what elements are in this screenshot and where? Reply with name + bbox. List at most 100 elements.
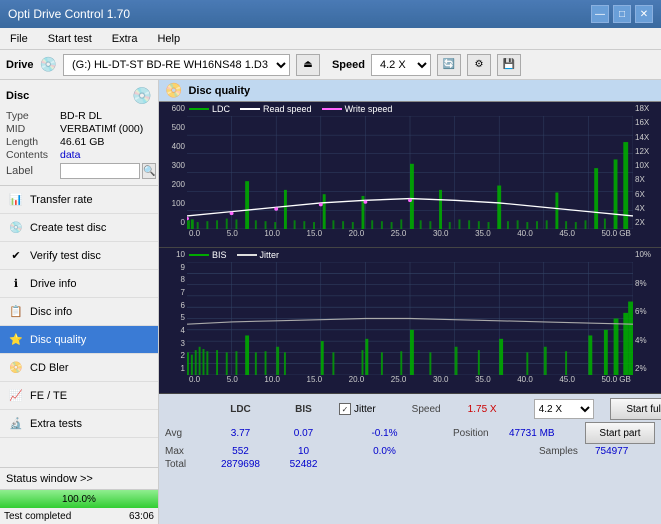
legend-bis-label: BIS <box>212 250 227 260</box>
disc-label-input[interactable] <box>60 163 140 179</box>
disc-quality-header-icon: 📀 <box>165 82 182 99</box>
fe-te-icon: 📈 <box>8 388 24 404</box>
legend-jitter-color <box>237 254 257 256</box>
disc-section-title: Disc <box>6 90 29 102</box>
disc-length-value: 46.61 GB <box>60 136 104 148</box>
legend-write-speed: Write speed <box>322 104 393 114</box>
upper-chart-svg-area <box>187 116 633 229</box>
status-bar: Status window >> 100.0% Test completed 6… <box>0 467 158 524</box>
sidebar-item-transfer-rate[interactable]: 📊 Transfer rate <box>0 186 158 214</box>
start-part-container: Start part <box>585 422 655 444</box>
stats-header-row: LDC BIS ✓ Jitter Speed 1.75 X 4.2 X <box>165 398 655 420</box>
menu-start-test[interactable]: Start test <box>42 31 98 47</box>
disc-mid-row: MID VERBATIMf (000) <box>6 123 152 135</box>
sidebar-item-create-test-disc[interactable]: 💿 Create test disc <box>0 214 158 242</box>
menu-extra[interactable]: Extra <box>106 31 144 47</box>
disc-label-search-button[interactable]: 🔍 <box>142 163 156 179</box>
disc-info-icon: 📋 <box>8 304 24 320</box>
menu-help[interactable]: Help <box>151 31 186 47</box>
refresh-button[interactable]: 🔄 <box>437 54 461 76</box>
start-part-button[interactable]: Start part <box>585 422 655 444</box>
disc-contents-row: Contents data <box>6 149 152 161</box>
sidebar: Disc 💿 Type BD-R DL MID VERBATIMf (000) … <box>0 80 159 524</box>
drive-select[interactable]: (G:) HL-DT-ST BD-RE WH16NS48 1.D3 <box>63 54 290 76</box>
minimize-button[interactable]: — <box>591 5 609 23</box>
transfer-rate-icon: 📊 <box>8 192 24 208</box>
lower-chart-y-axis-left: 10987654321 <box>159 248 187 375</box>
progress-bar: 100.0% <box>0 490 158 508</box>
save-button[interactable]: 💾 <box>497 54 521 76</box>
sidebar-item-label-verify-test-disc: Verify test disc <box>30 250 101 262</box>
eject-button[interactable]: ⏏ <box>296 54 320 76</box>
sidebar-item-fe-te[interactable]: 📈 FE / TE <box>0 382 158 410</box>
disc-type-label: Type <box>6 110 58 122</box>
avg-label: Avg <box>165 428 205 439</box>
sidebar-item-disc-quality[interactable]: ⭐ Disc quality <box>0 326 158 354</box>
start-full-button[interactable]: Start full <box>610 398 661 420</box>
progress-text: 100.0% <box>0 494 158 505</box>
legend-write-speed-label: Write speed <box>345 104 393 114</box>
lower-chart: BIS Jitter 10987654321 10%8%6%4%2% <box>159 248 661 394</box>
main-layout: Disc 💿 Type BD-R DL MID VERBATIMf (000) … <box>0 80 661 524</box>
jitter-checkbox[interactable]: ✓ <box>339 403 351 415</box>
stats-total-row: Total 2879698 52482 <box>165 459 655 470</box>
sidebar-item-label-disc-quality: Disc quality <box>30 334 86 346</box>
speed-stat-value: 1.75 X <box>468 404 528 415</box>
drive-icon: 💿 <box>40 56 57 73</box>
disc-contents-value: data <box>60 149 80 161</box>
samples-stat-value: 754977 <box>595 446 655 457</box>
position-stat-row: Position 47731 MB <box>453 428 569 439</box>
sidebar-item-verify-test-disc[interactable]: ✔ Verify test disc <box>0 242 158 270</box>
sidebar-item-extra-tests[interactable]: 🔬 Extra tests <box>0 410 158 438</box>
stats-avg-row: Avg 3.77 0.07 -0.1% Position 47731 MB St… <box>165 422 655 444</box>
max-label: Max <box>165 446 205 457</box>
legend-bis: BIS <box>189 250 227 260</box>
lower-chart-svg-area <box>187 262 633 375</box>
position-stat-value: 47731 MB <box>509 428 569 439</box>
disc-icon: 💿 <box>132 86 152 106</box>
upper-chart: LDC Read speed Write speed 6005004003002… <box>159 102 661 248</box>
legend-jitter-label: Jitter <box>260 250 280 260</box>
legend-write-speed-color <box>322 108 342 110</box>
extra-tests-icon: 🔬 <box>8 416 24 432</box>
sidebar-item-label-extra-tests: Extra tests <box>30 418 82 430</box>
close-button[interactable]: ✕ <box>635 5 653 23</box>
status-text-bar: Test completed 63:06 <box>0 508 158 524</box>
start-buttons: Start full <box>610 398 661 420</box>
total-label: Total <box>165 459 205 470</box>
sidebar-item-cd-bler[interactable]: 📀 CD Bler <box>0 354 158 382</box>
status-text: Test completed <box>4 511 71 522</box>
stats-max-row: Max 552 10 0.0% Samples 754977 <box>165 446 655 457</box>
nav-list: 📊 Transfer rate 💿 Create test disc ✔ Ver… <box>0 186 158 438</box>
window-controls: — □ ✕ <box>591 5 653 23</box>
app-title: Opti Drive Control 1.70 <box>8 7 130 21</box>
status-window-button[interactable]: Status window >> <box>0 468 158 490</box>
settings-button[interactable]: ⚙ <box>467 54 491 76</box>
speed-select[interactable]: 4.2 X <box>371 54 431 76</box>
sidebar-item-disc-info[interactable]: 📋 Disc info <box>0 298 158 326</box>
sidebar-item-label-transfer-rate: Transfer rate <box>30 194 93 206</box>
speed-label: Speed <box>332 59 365 71</box>
maximize-button[interactable]: □ <box>613 5 631 23</box>
avg-jitter: -0.1% <box>357 428 412 439</box>
samples-stat-row: Samples 754977 <box>539 446 655 457</box>
content-area: 📀 Disc quality LDC Read speed <box>159 80 661 524</box>
jitter-check-container: ✓ Jitter <box>339 403 376 415</box>
disc-mid-value: VERBATIMf (000) <box>60 123 143 135</box>
menu-file[interactable]: File <box>4 31 34 47</box>
status-window-label: Status window >> <box>6 473 93 485</box>
disc-mid-label: MID <box>6 123 58 135</box>
speed-select2[interactable]: 4.2 X <box>534 399 594 419</box>
create-test-disc-icon: 💿 <box>8 220 24 236</box>
sidebar-item-label-disc-info: Disc info <box>30 306 72 318</box>
sidebar-item-drive-info[interactable]: ℹ Drive info <box>0 270 158 298</box>
disc-type-row: Type BD-R DL <box>6 110 152 122</box>
title-bar: Opti Drive Control 1.70 — □ ✕ <box>0 0 661 28</box>
legend-ldc: LDC <box>189 104 230 114</box>
max-jitter: 0.0% <box>357 446 412 457</box>
samples-stat-label: Samples <box>539 446 589 457</box>
charts-container: LDC Read speed Write speed 6005004003002… <box>159 102 661 394</box>
stats-bar: LDC BIS ✓ Jitter Speed 1.75 X 4.2 X <box>159 394 661 524</box>
legend-ldc-label: LDC <box>212 104 230 114</box>
max-bis: 10 <box>276 446 331 457</box>
